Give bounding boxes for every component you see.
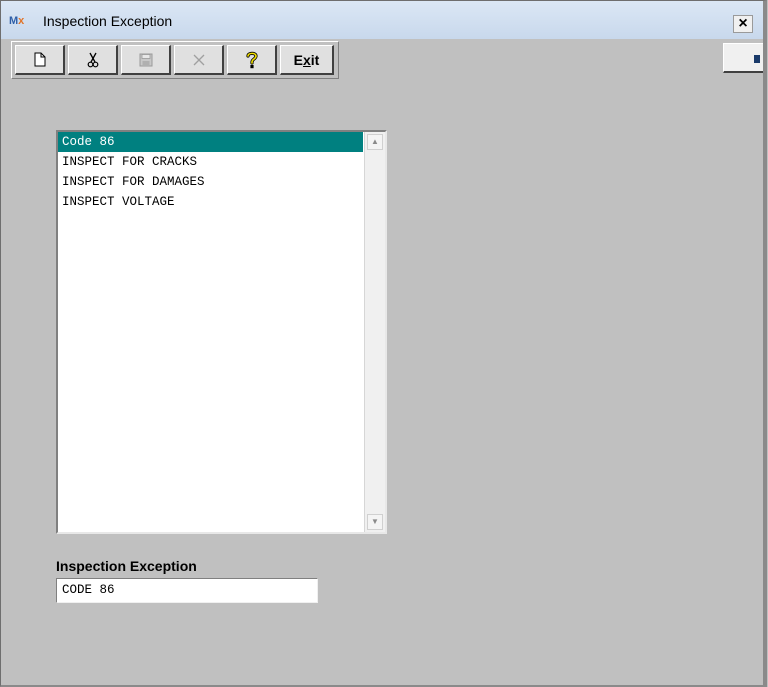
scroll-up-button[interactable]: ▲ [367,134,383,150]
scroll-up-icon: ▲ [371,137,379,146]
scroll-down-button[interactable]: ▼ [367,514,383,530]
logo-m: M [9,15,19,27]
exit-button[interactable]: Exit [280,45,334,75]
delete-button[interactable] [174,45,224,75]
question-icon [245,51,258,69]
new-button[interactable] [15,45,65,75]
save-button[interactable] [121,45,171,75]
window-title: Inspection Exception [43,13,173,29]
close-button[interactable]: × [733,15,753,33]
exit-label-suffix: it [310,51,320,68]
exit-label-prefix: E [293,51,303,68]
inspection-exception-listbox[interactable]: Code 86 INSPECT FOR CRACKS INSPECT FOR DAM… [56,130,387,534]
inspection-exception-field[interactable]: CODE 86 [56,578,318,603]
main-window: Mx Inspection Exception × Exit Code 86 I… [0,0,767,687]
list-item[interactable]: Code 86 [58,132,363,152]
floppy-disk-icon [139,53,153,67]
x-icon [192,53,206,67]
app-logo: Mx [9,13,37,29]
title-bar[interactable]: Mx Inspection Exception × [1,1,763,39]
scissors-icon [87,52,99,68]
list-item[interactable]: INSPECT FOR CRACKS [58,152,363,172]
toolbar: Exit [11,41,339,79]
partial-button[interactable] [723,43,763,73]
new-document-icon [34,52,46,67]
list-item[interactable]: INSPECT VOLTAGE [58,192,363,212]
help-button[interactable] [227,45,277,75]
inspection-exception-label: Inspection Exception [56,558,197,574]
list-scrollbar[interactable]: ▲ ▼ [364,132,385,532]
list-item[interactable]: INSPECT FOR DAMAGES [58,172,363,192]
list-items: Code 86 INSPECT FOR CRACKS INSPECT FOR DAM… [58,132,363,212]
exit-label: Exit [294,52,320,68]
cut-button[interactable] [68,45,118,75]
exit-label-mnemonic: x [302,51,311,68]
scroll-down-icon: ▼ [371,517,379,526]
logo-x: x [18,15,25,27]
